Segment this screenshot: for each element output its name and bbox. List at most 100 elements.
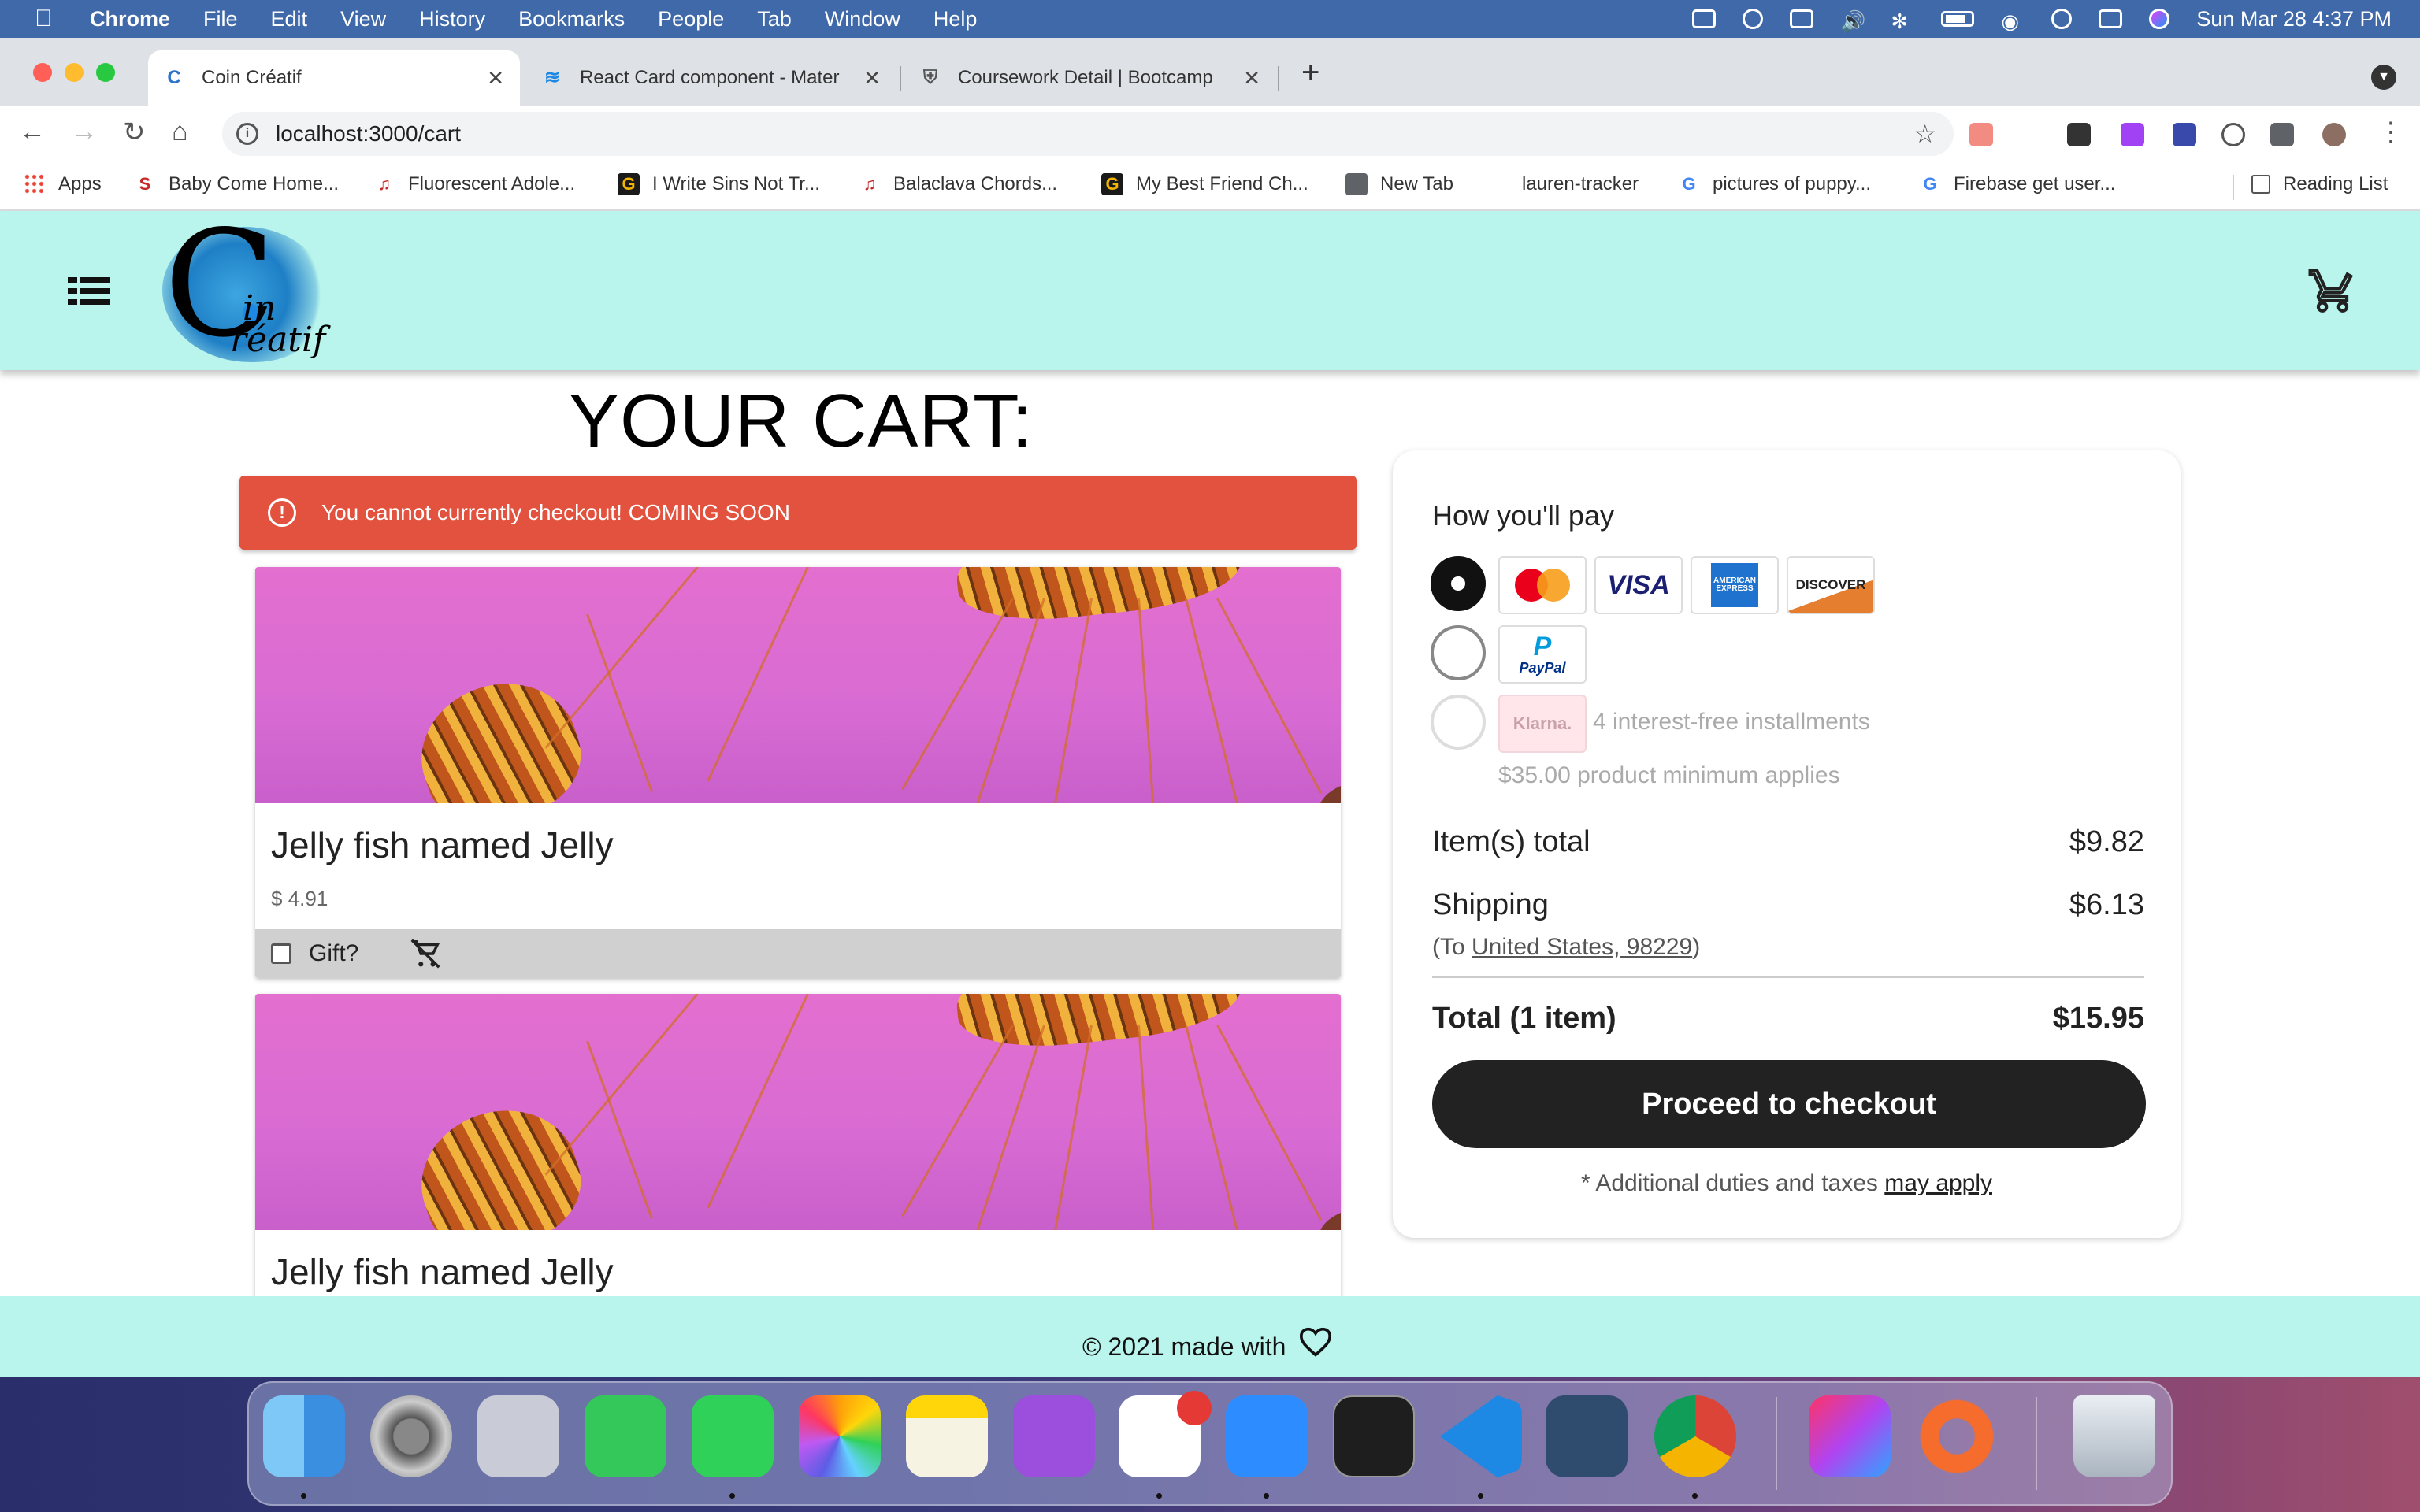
menu-view[interactable]: View [340, 7, 386, 32]
zoom-icon[interactable] [1226, 1395, 1308, 1477]
extensions-puzzle-icon[interactable] [2270, 123, 2294, 146]
amex-logo: AMERICAN EXPRESS [1691, 556, 1779, 614]
bookmark-new-tab[interactable]: New Tab [1345, 173, 1453, 195]
extension-blue-badge-icon[interactable] [2173, 123, 2196, 146]
globe-icon [1345, 173, 1368, 195]
close-window-button[interactable] [33, 63, 52, 82]
facetime-status-icon[interactable] [1692, 9, 1717, 28]
close-tab-icon[interactable]: ✕ [1243, 66, 1260, 91]
caption-status-icon[interactable] [1790, 9, 1814, 28]
running-indicator [301, 1493, 306, 1499]
bookmark-star-icon[interactable]: ☆ [1913, 119, 1936, 149]
close-tab-icon[interactable]: ✕ [487, 66, 504, 91]
home-icon[interactable]: ⌂ [172, 117, 188, 147]
bookmark-label: My Best Friend Ch... [1136, 173, 1308, 195]
menu-people[interactable]: People [658, 7, 724, 32]
menu-window[interactable]: Window [825, 7, 900, 32]
ship-to-location-link[interactable]: United States, 98229 [1472, 934, 1692, 960]
card-payment-radio[interactable] [1431, 556, 1486, 611]
discover-logo: DISCOVER [1787, 556, 1875, 614]
notes-icon[interactable] [906, 1395, 988, 1477]
menu-history[interactable]: History [419, 7, 485, 32]
tab-coursework[interactable]: ⛨ Coursework Detail | Bootcamp ✕ [904, 50, 1276, 106]
menu-edit[interactable]: Edit [271, 7, 308, 32]
minimize-window-button[interactable] [65, 63, 84, 82]
menubar-clock[interactable]: Sun Mar 28 4:37 PM [2196, 7, 2392, 32]
menu-help[interactable]: Help [933, 7, 978, 32]
bookmark-baby-come-home[interactable]: S Baby Come Home... [134, 173, 339, 195]
bookmark-fluorescent[interactable]: ♫ Fluorescent Adole... [373, 173, 575, 195]
terminal-icon[interactable] [1333, 1395, 1415, 1477]
siri-icon[interactable] [2149, 9, 2170, 29]
bookmark-firebase[interactable]: G Firebase get user... [1919, 173, 2115, 195]
bookmark-my-best-friend[interactable]: G My Best Friend Ch... [1101, 173, 1308, 195]
running-indicator [1264, 1493, 1269, 1499]
control-center-icon[interactable] [2099, 9, 2123, 28]
zoom-window-button[interactable] [96, 63, 115, 82]
site-info-icon[interactable]: i [236, 123, 258, 145]
wifi-icon[interactable]: ◉ [2001, 9, 2025, 33]
extension-purple-icon[interactable] [2121, 123, 2144, 146]
menu-list-icon[interactable] [68, 277, 110, 305]
extension-puzzle-badge-icon[interactable] [1969, 123, 1993, 146]
paypal-payment-radio[interactable] [1431, 625, 1486, 680]
extension-code-icon[interactable] [2221, 123, 2245, 146]
chrome-icon[interactable] [1654, 1395, 1736, 1477]
finder-icon[interactable] [263, 1395, 345, 1477]
shopping-cart-icon[interactable] [2308, 266, 2357, 315]
facetime-icon[interactable] [585, 1395, 666, 1477]
bookmark-balaclava[interactable]: ♫ Balaclava Chords... [859, 173, 1057, 195]
tab-coin-creatif[interactable]: C Coin Créatif ✕ [148, 50, 520, 106]
trash-icon[interactable] [2073, 1395, 2155, 1477]
back-arrow-icon[interactable]: ← [19, 117, 46, 147]
visa-logo: VISA [1594, 556, 1683, 614]
macos-menubar:  Chrome File Edit View History Bookmark… [0, 0, 2420, 38]
battery-icon[interactable] [1941, 11, 1975, 27]
bookmark-apps[interactable]: Apps [24, 173, 102, 195]
forward-arrow-icon[interactable]: → [71, 117, 98, 147]
spotlight-search-icon[interactable] [2051, 9, 2073, 29]
bookmark-lauren-tracker[interactable]: lauren-tracker [1522, 173, 1639, 195]
menu-app-name[interactable]: Chrome [90, 7, 170, 32]
dock-divider [2036, 1397, 2037, 1490]
reading-list-button[interactable]: Reading List [2251, 173, 2388, 195]
volume-icon[interactable]: 🔊 [1840, 9, 1865, 33]
menu-bookmarks[interactable]: Bookmarks [518, 7, 625, 32]
bookmark-i-write-sins[interactable]: G I Write Sins Not Tr... [618, 173, 820, 195]
bluetooth-icon[interactable]: ✻ [1891, 9, 1914, 33]
tab-search-icon[interactable]: ▼ [2371, 65, 2396, 90]
chrome-menu-icon[interactable]: ⋮ [2377, 117, 2404, 148]
footer-text: © 2021 made with [1082, 1332, 1286, 1361]
paypal-logo: P PayPal [1498, 625, 1587, 684]
bookmark-pictures-of-puppy[interactable]: G pictures of puppy... [1678, 173, 1871, 195]
remove-from-cart-icon[interactable] [407, 936, 444, 972]
url-text[interactable]: localhost:3000/cart [276, 121, 461, 146]
new-tab-button[interactable]: + [1301, 55, 1319, 91]
messages-icon[interactable] [692, 1395, 774, 1477]
launchpad-icon[interactable] [477, 1395, 559, 1477]
proceed-to-checkout-button[interactable]: Proceed to checkout [1432, 1060, 2146, 1148]
bookmark-label: I Write Sins Not Tr... [652, 173, 820, 195]
profile-avatar[interactable] [2322, 123, 2346, 146]
close-tab-icon[interactable]: ✕ [863, 66, 881, 91]
klarna-payment-radio[interactable] [1431, 695, 1486, 750]
system-preferences-icon[interactable] [370, 1395, 452, 1477]
creative-cloud-icon[interactable] [1809, 1395, 1891, 1477]
site-footer: © 2021 made with [0, 1296, 2420, 1377]
reload-icon[interactable]: ↻ [123, 117, 146, 148]
extension-eyedropper-icon[interactable] [2067, 123, 2091, 146]
origin-icon[interactable] [1916, 1395, 1998, 1477]
apple-icon[interactable]:  [35, 6, 58, 32]
may-apply-link[interactable]: may apply [1884, 1170, 1992, 1196]
card-actions: Gift? [255, 929, 1341, 978]
menu-file[interactable]: File [203, 7, 238, 32]
address-bar[interactable]: i localhost:3000/cart ☆ [222, 112, 1954, 156]
creative-cloud-status-icon[interactable] [1743, 9, 1764, 29]
photos-icon[interactable] [799, 1395, 881, 1477]
menu-tab[interactable]: Tab [757, 7, 792, 32]
tab-react-card[interactable]: ≋ React Card component - Mater ✕ [526, 50, 896, 106]
coin-creatif-logo[interactable]: C in réatif [154, 211, 372, 362]
podcasts-icon[interactable] [1013, 1395, 1095, 1477]
gift-checkbox[interactable] [271, 943, 291, 964]
mysql-workbench-icon[interactable] [1546, 1395, 1628, 1477]
